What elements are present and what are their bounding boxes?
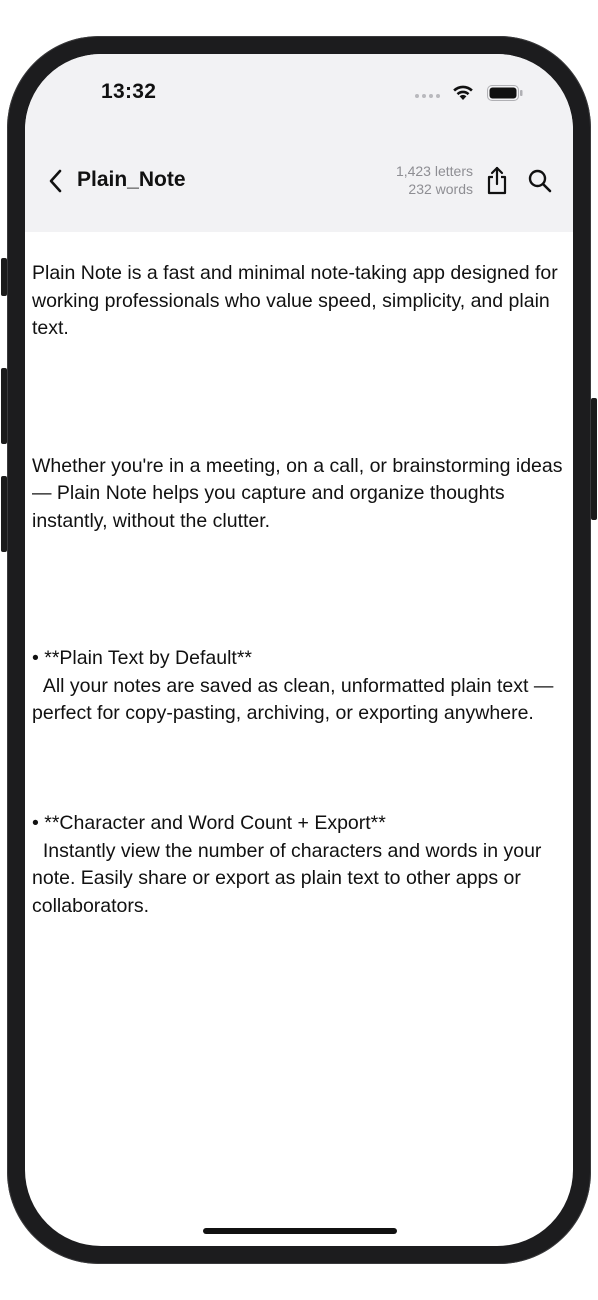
wifi-icon: [453, 85, 473, 100]
note-title: Plain_Note: [77, 168, 186, 191]
share-icon[interactable]: [485, 166, 509, 196]
battery-icon: [487, 85, 523, 101]
word-count: 232 words: [408, 181, 473, 197]
chevron-left-icon[interactable]: [47, 168, 65, 194]
home-indicator[interactable]: [203, 1228, 397, 1234]
search-icon[interactable]: [527, 168, 553, 194]
status-time: 13:32: [101, 80, 157, 103]
phone-frame: 13:32 Plain_Note 1,423 letters 232 words…: [7, 36, 591, 1264]
navigation-bar: Plain_Note 1,423 letters 232 words: [25, 142, 573, 232]
note-text-editor[interactable]: Plain Note is a fast and minimal note-ta…: [32, 260, 564, 920]
cellular-signal-icon: [415, 92, 443, 100]
status-bar: 13:32: [25, 54, 573, 142]
power-button: [591, 398, 597, 520]
device-stage: 13:32 Plain_Note 1,423 letters 232 words…: [0, 0, 598, 1300]
screen: 13:32 Plain_Note 1,423 letters 232 words…: [25, 54, 573, 1246]
word-count-summary: 1,423 letters 232 words: [396, 162, 473, 198]
letter-count: 1,423 letters: [395, 163, 473, 179]
